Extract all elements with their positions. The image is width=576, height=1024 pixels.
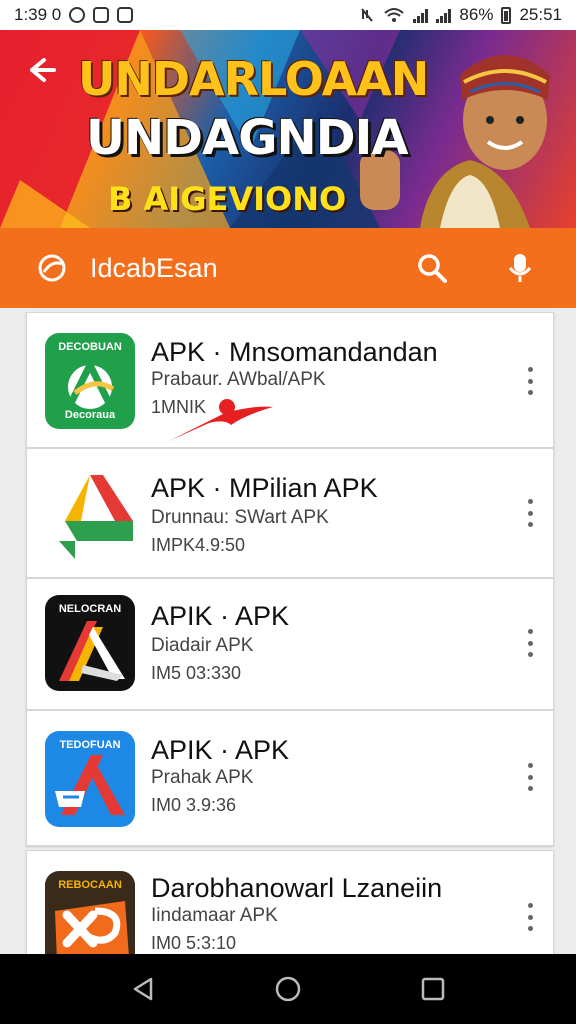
signal-icon (413, 7, 429, 23)
app-list-item[interactable]: TEDOFUAN APIK · APK Prahak APK IM0 3.9:3… (26, 710, 554, 846)
app-meta: IM5 03:330 (151, 663, 242, 683)
app-developer: Prabaur. AWbal/APK (151, 369, 326, 390)
app-developer: Diadair APK (151, 635, 254, 656)
app-meta: IM0 3.9:36 (151, 795, 237, 815)
hero-banner: UNDARLOAAN UNDAGNDIA B AIGEVIONO (0, 30, 576, 228)
app-developer: Iindamaar APK (151, 905, 278, 926)
app-icon-caption: Decoraua (64, 409, 116, 421)
app-developer: Drunnau: SWart APK (151, 507, 329, 528)
app-meta: IMPK4.9:50 (151, 535, 246, 555)
search-button[interactable] (412, 248, 452, 288)
circle-home-icon (275, 976, 301, 1002)
signal2-icon (436, 7, 452, 23)
red-swoosh-mark (169, 399, 273, 441)
app-list-item[interactable]: NELOCRAN APIK · APK Diadair APK IM5 03:3… (26, 578, 554, 710)
app-icon (45, 467, 135, 563)
battery-percent: 86% (459, 5, 494, 24)
app-title: APK · MPilian APK (151, 473, 378, 503)
app-icon: DECOBUAN Decoraua (45, 333, 135, 429)
square-recents-icon (422, 977, 445, 1001)
search-bar[interactable]: IdcabEsan (0, 228, 576, 308)
app-meta: IM0 5:3:10 (151, 933, 237, 953)
status-time: 1:39 0 (14, 5, 62, 24)
drive-triangle-icon (59, 475, 133, 559)
app-icon: NELOCRAN (45, 595, 135, 691)
banner-subtitle: B AIGEVIONO (108, 180, 347, 218)
status-bar: 1:39 0 86% 25:51 (0, 0, 576, 30)
status-right: 86% 25:51 (359, 5, 562, 25)
nav-home-button[interactable] (268, 969, 308, 1009)
back-button[interactable] (22, 52, 58, 88)
app-icon: REBOCAAN (45, 871, 135, 967)
app-list-item[interactable]: APK · MPilian APK Drunnau: SWart APK IMP… (26, 448, 554, 578)
arrow-left-icon (30, 58, 56, 82)
voice-search-button[interactable] (500, 248, 540, 288)
abstract-a-icon (55, 755, 125, 815)
microphone-icon (508, 254, 532, 282)
more-options-button[interactable] (525, 903, 535, 931)
message-notification-icon (117, 7, 134, 23)
status-clock: 25:51 (519, 5, 562, 24)
app-icon: TEDOFUAN (45, 731, 135, 827)
screen: 1:39 0 86% 25:51 UNDARLOAAN UNDAGNDIA B … (0, 0, 576, 1024)
app-title: APIK · APK (151, 601, 290, 631)
battery-icon (501, 6, 512, 24)
banner-title-line2: UNDAGNDIA (86, 110, 409, 166)
more-options-button[interactable] (525, 367, 535, 395)
nav-recents-button[interactable] (413, 969, 453, 1009)
search-icon (418, 254, 447, 283)
app-developer: Prahak APK (151, 767, 254, 788)
app-list: DECOBUAN Decoraua APK · Mnsomandandan Pr… (26, 312, 554, 967)
app-title: APIK · APK (151, 735, 290, 765)
abstract-r-icon (55, 901, 129, 961)
more-options-button[interactable] (525, 629, 535, 657)
navigation-bar (0, 954, 576, 1024)
triangle-back-icon (133, 977, 152, 1001)
app-list-item[interactable]: REBOCAAN Darobhanowarl Lzaneiin Iindamaa… (26, 850, 554, 967)
wifi-icon (384, 8, 405, 22)
app-title: Darobhanowarl Lzaneiin (151, 873, 443, 903)
notification-icon (69, 7, 86, 23)
swirl-logo-icon (38, 254, 66, 282)
app-notification-icon (93, 7, 110, 23)
mute-icon (361, 8, 374, 22)
nav-back-button[interactable] (123, 969, 163, 1009)
banner-title-line1: UNDARLOAAN (78, 52, 429, 106)
more-options-button[interactable] (525, 499, 535, 527)
status-left: 1:39 0 (14, 5, 134, 25)
search-query[interactable]: IdcabEsan (90, 253, 364, 284)
app-list-item[interactable]: DECOBUAN Decoraua APK · Mnsomandandan Pr… (26, 312, 554, 448)
abstract-a-icon (59, 621, 125, 681)
more-options-button[interactable] (525, 763, 535, 791)
app-title: APK · Mnsomandandan (151, 337, 438, 367)
